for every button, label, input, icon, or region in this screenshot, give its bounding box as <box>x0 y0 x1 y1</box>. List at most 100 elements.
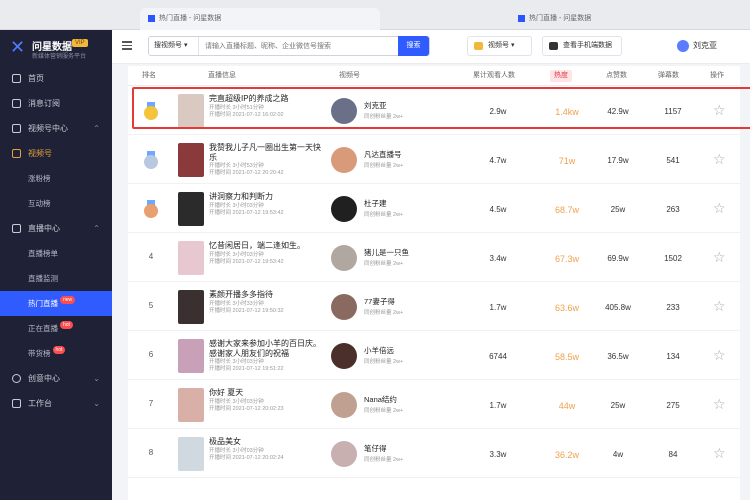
live-thumbnail[interactable] <box>178 241 204 275</box>
sidebar-item-live-rank[interactable]: 直播榜单 <box>0 241 112 266</box>
bullets-value: 233 <box>666 303 680 312</box>
sidebar-item-home[interactable]: 首页 <box>0 66 112 91</box>
mobile-data-button[interactable]: 查看手机端数据 <box>542 36 622 56</box>
live-thumbnail[interactable] <box>178 339 204 373</box>
account-avatar[interactable] <box>331 392 357 418</box>
star-icon[interactable]: ☆ <box>713 200 726 217</box>
bullets-value: 84 <box>668 450 678 459</box>
likes-value: 69.9w <box>607 254 629 263</box>
account-name[interactable]: 凡达直播号 <box>364 149 402 160</box>
account-avatar[interactable] <box>331 147 357 173</box>
col-likes[interactable]: 点赞数 <box>606 66 627 86</box>
views-value: 4.5w <box>489 205 507 214</box>
live-title[interactable]: 你好 夏天 <box>209 388 321 398</box>
star-icon[interactable]: ☆ <box>713 151 726 168</box>
heat-value: 67.3w <box>554 254 580 264</box>
sidebar-item-live-monitor[interactable]: 直播监测 <box>0 266 112 291</box>
account-name[interactable]: 猪儿是一只鱼 <box>364 247 409 258</box>
live-thumbnail[interactable] <box>178 192 204 226</box>
new-badge: new <box>60 296 76 304</box>
table-row[interactable]: 6 感谢大家来参加小羊的百日庆。感谢家人朋友们的祝福 开播时长 3小时03分钟 … <box>128 333 740 380</box>
workbench-icon <box>12 399 21 408</box>
account-name[interactable]: 小羊倍远 <box>364 345 394 356</box>
channel-select[interactable]: 视频号 ▾ <box>467 36 532 56</box>
account-avatar[interactable] <box>331 343 357 369</box>
account-fans: 同创粉丝量 2w+ <box>364 310 404 316</box>
sidebar-item-live-center[interactable]: 直播中心 ⌃ <box>0 216 112 241</box>
rank-number: 4 <box>148 252 154 261</box>
live-start-time: 开播时间 2021-07-12 19:51:22 <box>209 366 284 372</box>
live-duration: 开播时长 3小时53分钟 <box>209 163 264 169</box>
account-name[interactable]: Nana结约 <box>364 394 397 405</box>
browser-tab[interactable]: 热门直播 - 问星数据 <box>510 8 630 30</box>
live-duration: 开播时长 3小时33分钟 <box>209 301 264 307</box>
sidebar-item-sales-rank[interactable]: 带货榜 hot <box>0 341 112 366</box>
live-start-time: 开播时间 2021-07-12 19:53:42 <box>209 259 284 265</box>
table-row[interactable]: 5 素颜开播多多指待 开播时长 3小时33分钟 开播时间 2021-07-12 … <box>128 284 740 331</box>
hot-badge: hot <box>52 346 66 354</box>
live-duration: 开播时长 3小时03分钟 <box>209 399 264 405</box>
star-icon[interactable]: ☆ <box>713 298 726 315</box>
views-value: 4.7w <box>489 156 507 165</box>
video-account-icon <box>474 42 483 50</box>
star-icon[interactable]: ☆ <box>713 445 726 462</box>
sidebar-item-video-center[interactable]: 视频号中心 ⌃ <box>0 116 112 141</box>
star-icon[interactable]: ☆ <box>713 396 726 413</box>
user-menu[interactable]: 刘克亚 <box>677 38 717 54</box>
live-title[interactable]: 素颜开播多多指待 <box>209 290 321 300</box>
account-name[interactable]: 笔仔得 <box>364 443 387 454</box>
browser-tab-active[interactable]: 热门直播 - 问星数据 <box>140 8 380 30</box>
likes-value: 4w <box>612 450 624 459</box>
star-icon[interactable]: ☆ <box>713 347 726 364</box>
chevron-down-icon: ⌄ <box>93 399 100 408</box>
account-name[interactable]: 77妻子得 <box>364 296 395 307</box>
search-input[interactable] <box>205 37 430 55</box>
sidebar-item-workbench[interactable]: 工作台 ⌄ <box>0 391 112 416</box>
table-row[interactable]: 4 忆昔闲居日，端二逢如生。 开播时长 3小时03分钟 开播时间 2021-07… <box>128 235 740 282</box>
live-thumbnail[interactable] <box>178 437 204 471</box>
table-row[interactable]: 我赞我儿子凡一圈出生第一天快乐 开播时长 3小时53分钟 开播时间 2021-0… <box>128 137 740 184</box>
brand-logo[interactable]: ✕ 问星数据 VIP 新媒体营销服务平台 <box>0 30 112 66</box>
sidebar-item-fans-rank[interactable]: 涨粉榜 <box>0 166 112 191</box>
account-fans: 同创粉丝量 2w+ <box>364 212 404 218</box>
live-start-time: 开播时间 2021-07-12 19:53:42 <box>209 210 284 216</box>
live-thumbnail[interactable] <box>178 290 204 324</box>
search-type-select[interactable]: 搜视频号 ▾ <box>149 37 199 55</box>
table-row[interactable]: 讲洞察力和判断力 开播时长 3小时03分钟 开播时间 2021-07-12 19… <box>128 186 740 233</box>
live-title[interactable]: 我赞我儿子凡一圈出生第一天快乐 <box>209 143 321 163</box>
col-views[interactable]: 累计观看人数 <box>473 66 515 86</box>
account-avatar[interactable] <box>331 294 357 320</box>
account-fans: 同创粉丝量 2w+ <box>364 261 404 267</box>
col-bullets[interactable]: 弹幕数 <box>658 66 679 86</box>
video-icon <box>12 124 21 133</box>
table-row[interactable]: 8 极品美女 开播时长 3小时03分钟 开播时间 2021-07-12 20:0… <box>128 431 740 478</box>
star-icon[interactable]: ☆ <box>713 249 726 266</box>
sidebar-item-living-now[interactable]: 正在直播 hot <box>0 316 112 341</box>
live-thumbnail[interactable] <box>178 143 204 177</box>
views-value: 1.7w <box>489 303 507 312</box>
account-avatar[interactable] <box>331 441 357 467</box>
search-bar: 搜视频号 ▾ <box>148 36 430 56</box>
live-title[interactable]: 极品美女 <box>209 437 321 447</box>
table-row[interactable]: 7 你好 夏天 开播时长 3小时03分钟 开播时间 2021-07-12 20:… <box>128 382 740 429</box>
search-button[interactable]: 搜索 <box>398 36 429 56</box>
sidebar-item-creative-center[interactable]: 创意中心 ⌄ <box>0 366 112 391</box>
live-thumbnail[interactable] <box>178 388 204 422</box>
account-avatar[interactable] <box>331 196 357 222</box>
menu-icon[interactable] <box>122 41 132 51</box>
col-account[interactable]: 视频号 <box>339 66 360 86</box>
sidebar-item-video-account[interactable]: 视频号 <box>0 141 112 166</box>
account-avatar[interactable] <box>331 245 357 271</box>
sidebar-item-hot-live[interactable]: 热门直播 new <box>0 291 112 316</box>
live-title[interactable]: 忆昔闲居日，端二逢如生。 <box>209 241 321 251</box>
sidebar-item-subscribe[interactable]: 消息订阅 <box>0 91 112 116</box>
live-icon <box>12 224 21 233</box>
bullets-value: 275 <box>666 401 680 410</box>
account-name[interactable]: 杜子建 <box>364 198 387 209</box>
live-title[interactable]: 感谢大家来参加小羊的百日庆。感谢家人朋友们的祝福 <box>209 339 321 359</box>
col-heat[interactable]: 热度 <box>550 70 572 82</box>
sidebar-item-interact-rank[interactable]: 互动榜 <box>0 191 112 216</box>
browser-tabbar: 热门直播 - 问星数据 热门直播 - 问星数据 <box>0 0 750 30</box>
live-duration: 开播时长 3小时03分钟 <box>209 203 264 209</box>
live-title[interactable]: 讲洞察力和判断力 <box>209 192 321 202</box>
